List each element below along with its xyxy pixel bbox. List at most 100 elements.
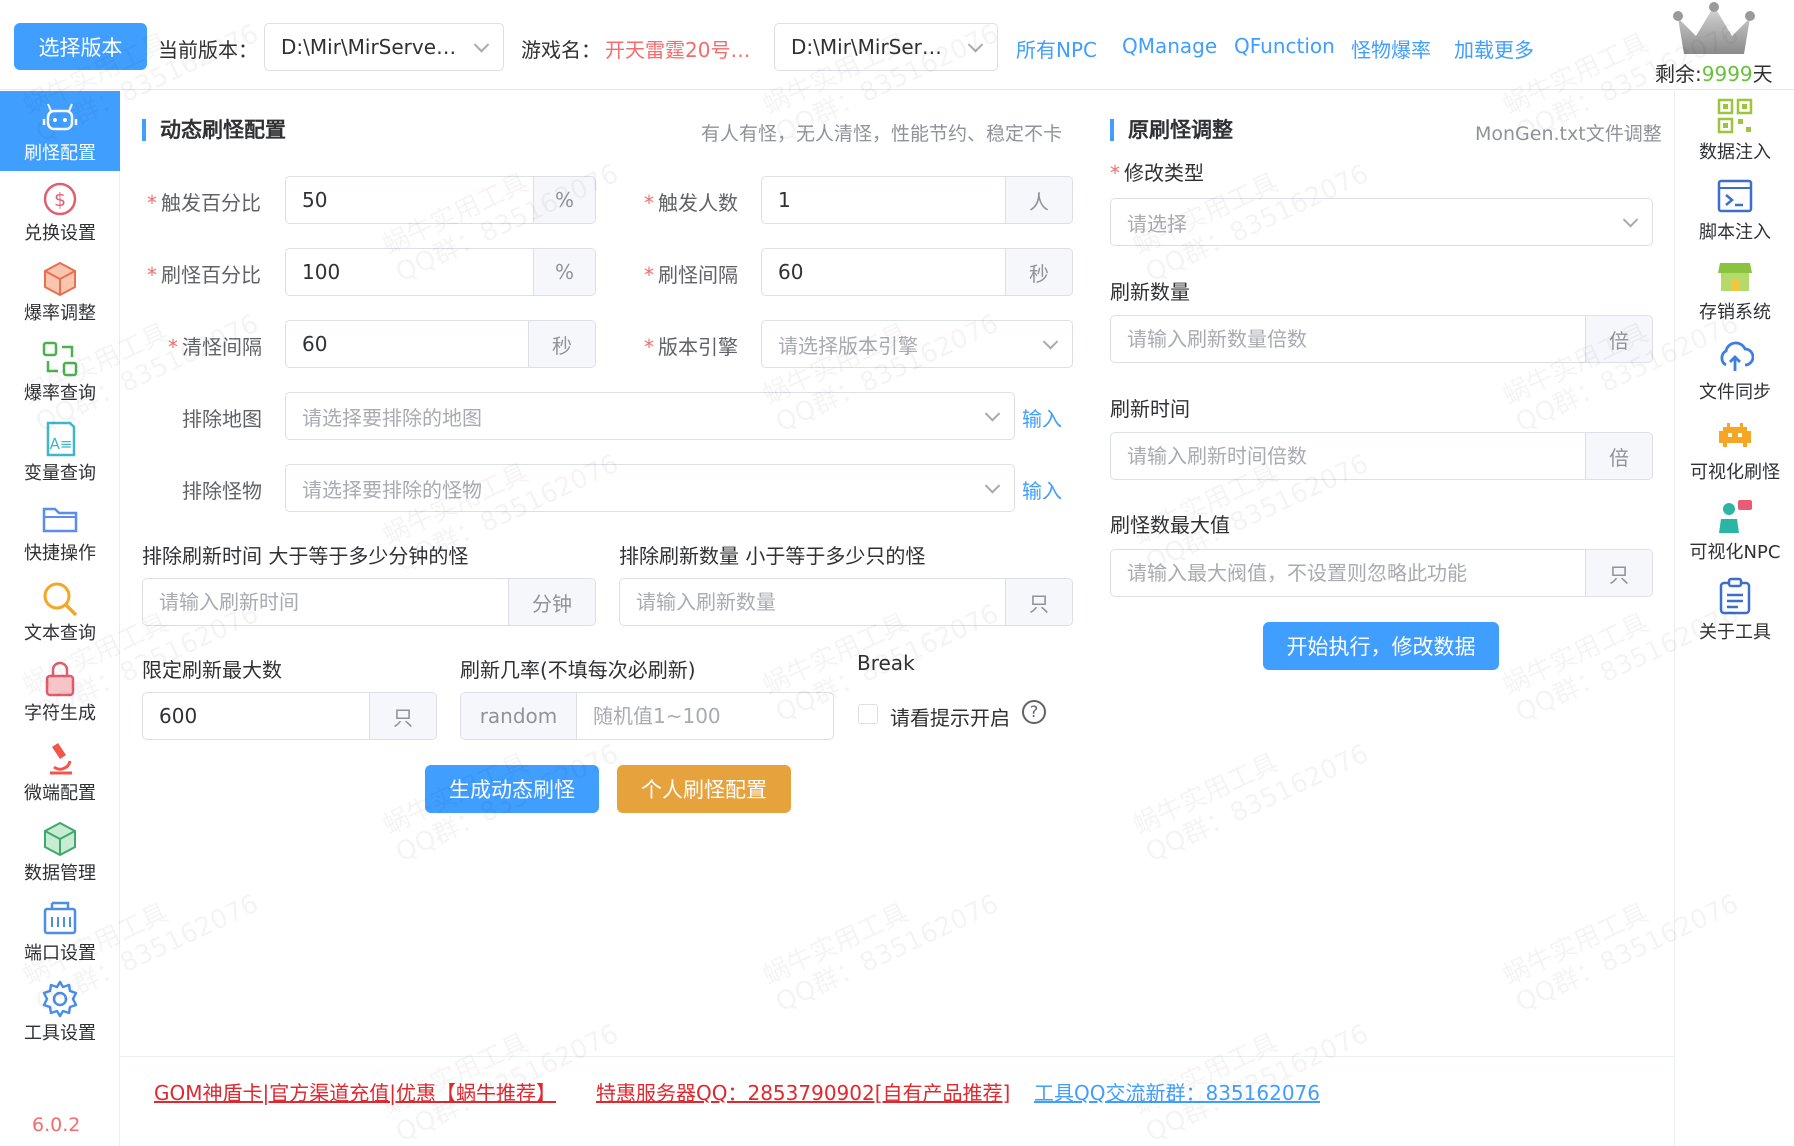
server-path-select[interactable]: D:\Mir\MirServ… [774,23,998,71]
nav-label: 兑换设置 [24,223,96,244]
break-label: Break [857,651,915,675]
terminal-icon [1717,179,1753,213]
link-load-more[interactable]: 加载更多 [1454,34,1534,63]
current-version-select[interactable]: D:\Mir\MirServer… [264,23,504,71]
nav-file-sync[interactable]: 文件同步 [1675,331,1794,411]
select-version-button[interactable]: 选择版本 [14,23,147,70]
exclude-monster-select[interactable]: 请选择要排除的怪物 [285,464,1015,512]
clear-interval-label: * 清怪间隔 [168,335,262,359]
minutes-unit: 分钟 [508,579,595,625]
server-path-value: D:\Mir\MirServ… [791,35,951,59]
nav-label: 数据注入 [1699,142,1771,163]
nav-label: 工具设置 [24,1023,96,1044]
nav-label: 微端配置 [24,783,96,804]
footer-link-tool-qq[interactable]: 工具QQ交流新群：835162076 [1034,1077,1320,1106]
link-qfunction[interactable]: QFunction [1234,34,1335,58]
refresh-count-field: 倍 [1110,315,1653,363]
spawn-interval-label: * 刷怪间隔 [644,263,738,287]
trigger-players-input[interactable] [762,177,1005,223]
cloud-upload-icon [1720,341,1754,371]
chevron-down-icon [984,478,1001,494]
count-unit: 只 [369,693,436,739]
app-version: 6.0.2 [32,1114,81,1136]
exclude-time-input[interactable] [143,579,508,625]
refresh-count-input[interactable] [1111,316,1585,362]
chevron-down-icon [984,406,1001,422]
microscope-icon [50,743,72,775]
link-monster-drop[interactable]: 怪物爆率 [1351,34,1431,63]
probability-label: 刷新几率(不填每次必刷新) [460,658,696,682]
exclude-map-select[interactable]: 请选择要排除的地图 [285,392,1015,440]
nav-drop-rate-query[interactable]: 爆率查询 [0,331,120,411]
nav-label: 端口设置 [24,943,96,964]
nav-exchange-settings[interactable]: $ 兑换设置 [0,171,120,251]
original-section-title: 原刷怪调整 [1110,119,1233,141]
nav-text-query[interactable]: 文本查询 [0,571,120,651]
current-version-label: 当前版本： [158,38,258,62]
nav-micro-client-config[interactable]: 微端配置 [0,731,120,811]
personal-spawn-config-button[interactable]: 个人刷怪配置 [617,765,791,813]
max-refresh-label: 限定刷新最大数 [142,658,282,682]
box-icon [44,821,76,857]
port-icon [43,901,77,935]
nav-inventory-system[interactable]: 存销系统 [1675,251,1794,331]
exclude-monster-input-link[interactable]: 输入 [1022,475,1062,504]
nav-data-inject[interactable]: 数据注入 [1675,91,1794,171]
nav-quick-actions[interactable]: 快捷操作 [0,491,120,571]
clear-interval-input[interactable] [286,321,528,367]
footer: GOM神盾卡|官方渠道充值|优惠【蜗牛推荐】 特惠服务器QQ：285379090… [120,1056,1674,1146]
remaining-days: 剩余:9999天 [1655,62,1773,86]
help-icon[interactable]: ? [1022,700,1046,724]
trigger-percent-field: % [285,176,596,224]
count-unit: 只 [1005,579,1072,625]
nav-label: 爆率调整 [24,303,96,324]
exclude-map-input-link[interactable]: 输入 [1022,403,1062,432]
trigger-percent-label: * 触发百分比 [147,191,261,215]
modify-type-select[interactable]: 请选择 [1110,198,1653,246]
link-qmanage[interactable]: QManage [1122,34,1217,58]
probability-input[interactable] [577,693,833,739]
nav-drop-rate-adjust[interactable]: 爆率调整 [0,251,120,331]
exclude-time-label: 排除刷新时间 大于等于多少分钟的怪 [142,544,469,568]
nav-port-settings[interactable]: 端口设置 [0,891,120,971]
nav-variable-query[interactable]: A≡ 变量查询 [0,411,120,491]
refresh-time-label: 刷新时间 [1110,397,1190,421]
exclude-monster-placeholder: 请选择要排除的怪物 [302,477,482,502]
spawn-percent-field: % [285,248,596,296]
nav-data-management[interactable]: 数据管理 [0,811,120,891]
nav-spawn-config[interactable]: 刷怪配置 [0,91,120,171]
nav-label: 字符生成 [24,703,96,724]
count-unit: 只 [1585,550,1652,596]
chevron-down-icon [1042,334,1059,350]
footer-link-server-qq[interactable]: 特惠服务器QQ：2853790902[自有产品推荐] [596,1077,1010,1106]
footer-link-gom[interactable]: GOM神盾卡|官方渠道充值|优惠【蜗牛推荐】 [154,1077,556,1106]
break-checkbox[interactable] [858,704,878,724]
exclude-map-placeholder: 请选择要排除的地图 [302,405,482,430]
exclude-count-input[interactable] [620,579,1005,625]
link-all-npc[interactable]: 所有NPC [1016,34,1097,63]
max-spawn-input[interactable] [1111,550,1585,596]
max-refresh-input[interactable] [143,693,369,739]
spawn-percent-input[interactable] [286,249,533,295]
break-checkbox-label[interactable]: 请看提示开启 [890,702,1010,731]
top-bar: 选择版本 当前版本： D:\Mir\MirServer… 游戏名： 开天雷霆20… [0,0,1794,90]
engine-select[interactable]: 请选择版本引擎 [761,320,1073,368]
nav-script-inject[interactable]: 脚本注入 [1675,171,1794,251]
qrcode-icon [1717,98,1753,134]
execute-modify-button[interactable]: 开始执行，修改数据 [1263,622,1499,670]
nav-tool-settings[interactable]: 工具设置 [0,971,120,1051]
trigger-percent-input[interactable] [286,177,533,223]
chevron-down-icon [967,37,984,53]
nav-char-generate[interactable]: 字符生成 [0,651,120,731]
refresh-time-input[interactable] [1111,433,1585,479]
nav-about-tool[interactable]: 关于工具 [1675,571,1794,651]
max-spawn-label: 刷怪数最大值 [1110,513,1230,537]
spawn-interval-input[interactable] [762,249,1005,295]
exchange-icon [42,341,78,377]
nav-visual-spawn[interactable]: 可视化刷怪 [1675,411,1794,491]
nav-visual-npc[interactable]: 可视化NPC [1675,491,1794,571]
generate-dynamic-spawn-button[interactable]: 生成动态刷怪 [425,765,599,813]
chevron-down-icon [473,37,490,53]
store-icon [1718,263,1752,291]
nav-label: 爆率查询 [24,383,96,404]
